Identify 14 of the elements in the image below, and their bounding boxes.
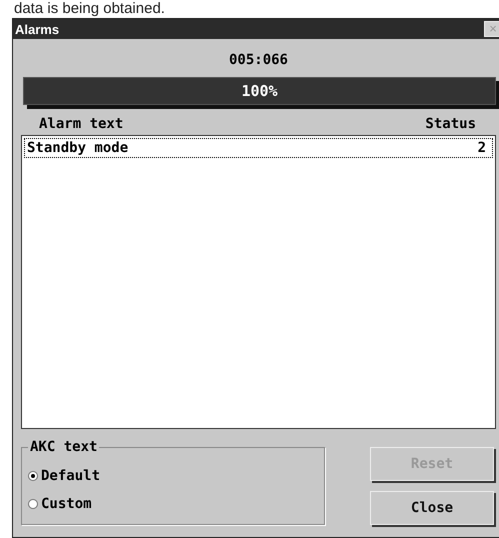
- alarm-text: Standby mode: [27, 139, 128, 157]
- dialog-button[interactable]: Close: [370, 491, 494, 525]
- caption-text: data is being obtained.: [14, 0, 166, 18]
- counter-text: 005:066: [228, 51, 289, 70]
- progress-reading: 100%: [240, 81, 279, 102]
- radio-option[interactable]: Default: [28, 462, 324, 490]
- radio-button[interactable]: [28, 471, 38, 481]
- alarm-row[interactable]: Standby mode 2: [24, 138, 493, 158]
- alarm-status: 2: [478, 139, 486, 157]
- window-title: Alarms: [15, 22, 60, 36]
- column-header: Alarm text: [39, 115, 124, 134]
- column-header: Status: [425, 115, 476, 134]
- radio-button[interactable]: [28, 499, 38, 509]
- radio-option[interactable]: Custom: [28, 490, 324, 518]
